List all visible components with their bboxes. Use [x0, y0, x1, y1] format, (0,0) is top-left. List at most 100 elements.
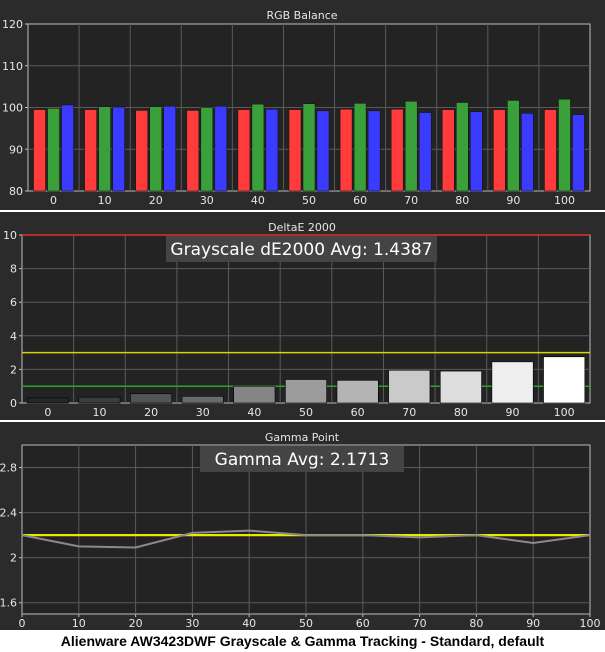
chart-title: DeltaE 2000: [268, 221, 336, 234]
x-tick-label: 60: [351, 406, 365, 419]
bar-series-2: [353, 103, 367, 192]
x-tick-label: 50: [299, 617, 313, 630]
bar-series-2: [251, 103, 265, 192]
deltae-bar: [491, 361, 534, 404]
x-tick-label: 50: [299, 406, 313, 419]
bar-series-3: [61, 104, 74, 192]
y-tick-label: 2.8: [0, 462, 17, 475]
y-tick-label: 100: [2, 102, 23, 115]
x-tick-label: 80: [454, 406, 468, 419]
bar-series-1: [544, 109, 557, 192]
x-tick-label: 0: [19, 617, 26, 630]
chart-title: Gamma Point: [265, 431, 340, 444]
y-tick-label: 8: [10, 263, 17, 276]
gamma-point: [589, 534, 591, 536]
y-tick-label: 10: [3, 229, 17, 242]
x-tick-label: 20: [144, 406, 158, 419]
bar-series-1: [288, 109, 302, 192]
bar-series-2: [507, 100, 520, 192]
bar-series-2: [149, 106, 162, 192]
x-tick-label: 100: [580, 617, 601, 630]
chart-panel-3: Gamma Point 1.6 2 2.4 2.8 0 10 20 30 40 50 60 70 80 90…: [0, 422, 605, 630]
chart-title: RGB Balance: [266, 9, 337, 22]
x-tick-label: 20: [129, 617, 143, 630]
y-tick-label: 120: [2, 18, 23, 31]
gamma-point: [21, 534, 23, 536]
bar-series-1: [186, 110, 200, 192]
x-tick-label: 60: [356, 617, 370, 630]
bar-series-2: [98, 106, 111, 192]
deltae-bar: [233, 385, 276, 404]
bar-series-3: [470, 111, 483, 192]
bar-series-1: [135, 110, 148, 192]
bar-series-2: [47, 108, 60, 192]
bar-series-2: [456, 102, 469, 192]
bar-series-1: [493, 109, 506, 192]
bar-series-1: [390, 108, 404, 192]
gamma-point: [305, 534, 307, 536]
gamma-point: [248, 529, 250, 532]
bar-series-1: [84, 109, 97, 192]
y-tick-label: 6: [10, 296, 17, 309]
deltae-bar: [130, 393, 173, 404]
x-tick-label: 30: [200, 194, 214, 207]
bar-series-1: [442, 109, 455, 192]
x-tick-label: 100: [554, 406, 575, 419]
bar-series-2: [302, 103, 316, 192]
chart-panel-2: DeltaE 200002468100 10 20 30 40 50 60 70 80 90 100…: [0, 212, 605, 420]
x-tick-label: 0: [50, 194, 57, 207]
bar-series-3: [521, 113, 534, 192]
bar-series-3: [316, 110, 330, 192]
x-tick-label: 0: [44, 406, 51, 419]
bar-series-3: [112, 106, 125, 192]
y-tick-label: 2: [10, 363, 17, 376]
y-tick-label: 4: [10, 330, 17, 343]
x-tick-label: 80: [469, 617, 483, 630]
x-tick-label: 70: [404, 194, 418, 207]
calibration-figure: RGB Balance 80 90 100 110 120 0 10 20 30 40 50 60 70 8…: [0, 0, 605, 652]
avg-annotation: Grayscale dE2000 Avg: 1.4387: [170, 240, 432, 260]
x-tick-label: 80: [455, 194, 469, 207]
y-tick-label: 80: [9, 185, 23, 198]
deltae-bar: [285, 379, 327, 404]
deltae-bar: [78, 396, 121, 404]
y-tick-label: 2.4: [0, 507, 17, 520]
deltae-bar: [439, 370, 482, 404]
deltae-bar: [181, 395, 224, 404]
x-tick-label: 100: [554, 194, 575, 207]
x-tick-label: 40: [247, 406, 261, 419]
x-tick-label: 50: [302, 194, 316, 207]
x-tick-label: 60: [353, 194, 367, 207]
x-tick-label: 10: [72, 617, 86, 630]
gamma-point: [418, 536, 421, 539]
x-tick-label: 70: [413, 617, 427, 630]
bar-series-2: [200, 107, 214, 192]
x-tick-label: 30: [196, 406, 210, 419]
gamma-point: [362, 534, 364, 536]
gamma-point: [78, 545, 80, 548]
deltae-bar: [388, 369, 431, 404]
x-tick-label: 10: [92, 406, 106, 419]
y-tick-label: 0: [10, 397, 17, 410]
bar-series-2: [404, 100, 418, 192]
deltae-bar: [26, 397, 69, 404]
x-tick-label: 70: [402, 406, 416, 419]
x-tick-label: 90: [526, 617, 540, 630]
chart-panel-1: RGB Balance 80 90 100 110 120 0 10 20 30 40 50 60 70 8…: [0, 0, 605, 210]
x-tick-label: 90: [506, 406, 520, 419]
bar-series-1: [339, 108, 353, 192]
y-tick-label: 90: [9, 143, 23, 156]
bar-series-2: [558, 98, 571, 192]
gamma-point: [532, 542, 534, 544]
chart-panels: RGB Balance80901001101200 10 20 30 40 50 60 70 8…: [0, 0, 605, 630]
bar-series-3: [163, 105, 176, 192]
figure-caption: Alienware AW3423DWF Grayscale & Gamma Tr…: [60, 633, 545, 649]
gamma-point: [475, 534, 478, 536]
bar-series-3: [572, 114, 585, 192]
x-tick-label: 20: [149, 194, 163, 207]
x-tick-label: 40: [251, 194, 265, 207]
bar-series-3: [214, 105, 228, 192]
bar-series-1: [237, 109, 251, 192]
avg-annotation: Gamma Avg: 2.1713: [215, 450, 390, 470]
bar-series-3: [367, 110, 381, 192]
